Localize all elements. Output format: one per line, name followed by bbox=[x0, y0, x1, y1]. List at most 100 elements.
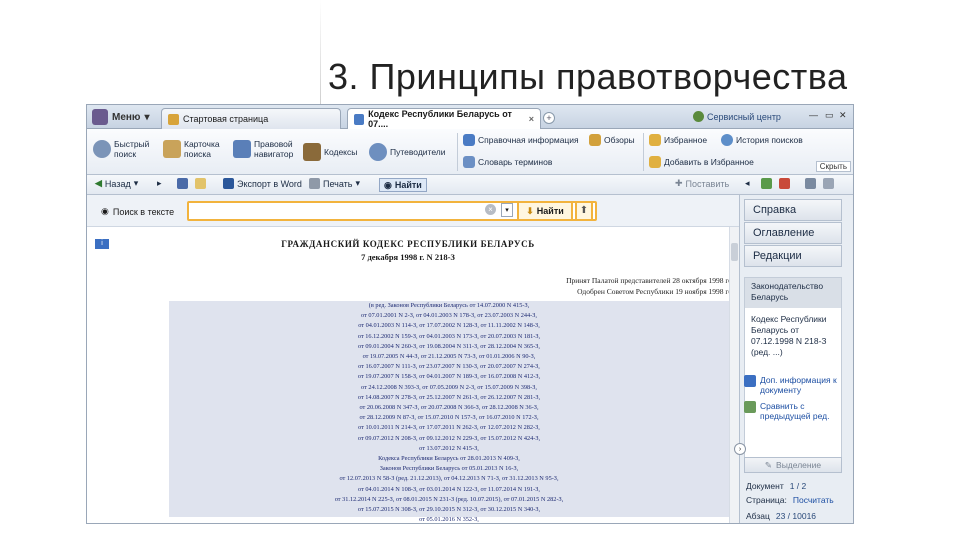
amendment-line[interactable]: от 28.12.2009 N 87-З, от 15.07.2010 N 15… bbox=[169, 413, 729, 423]
amendment-line[interactable]: Законов Республики Беларусь от 05.01.201… bbox=[169, 464, 729, 474]
amendment-line[interactable]: от 31.12.2014 N 225-З, от 08.01.2015 N 2… bbox=[169, 495, 729, 505]
dictionary-button[interactable]: Словарь терминов bbox=[463, 156, 552, 168]
legislation-box: Законодательство Беларусь Кодекс Республ… bbox=[744, 277, 842, 459]
minimize-icon[interactable]: — bbox=[809, 110, 818, 120]
subscribe-button[interactable]: ✚ Поставить bbox=[675, 178, 729, 189]
red-flag-icon bbox=[779, 178, 790, 189]
quick-search-button[interactable]: Быстрый поиск bbox=[93, 139, 155, 159]
amendment-line[interactable]: от 09.07.2012 N 208-З, от 09.12.2012 N 2… bbox=[169, 434, 729, 444]
search-find-button[interactable]: ⬇ Найти bbox=[517, 201, 573, 221]
codes-book-icon bbox=[303, 143, 321, 161]
search-dropdown-button[interactable]: ▾ bbox=[501, 203, 513, 217]
search-label-text: Поиск в тексте bbox=[112, 206, 175, 217]
guides-label: Путеводители bbox=[390, 147, 446, 157]
paragraph-counter: Абзац 23 / 10016 bbox=[746, 511, 816, 521]
copy-button[interactable] bbox=[195, 178, 206, 189]
back-button[interactable]: ◀ Назад ▾ bbox=[95, 178, 138, 189]
card-search-button[interactable]: Карточка поиска bbox=[163, 139, 225, 159]
export-word-button[interactable]: Экспорт в Word bbox=[223, 178, 302, 189]
amendment-line[interactable]: от 12.07.2013 N 58-З (ред. 21.12.2013), … bbox=[169, 474, 729, 484]
search-previous-button[interactable]: ⬆ bbox=[575, 201, 593, 221]
add-favorites-button[interactable]: Добавить в Избранное bbox=[649, 156, 754, 168]
tab-help[interactable]: Справка bbox=[744, 199, 842, 221]
amendment-line[interactable]: от 05.01.2016 N 352-З, bbox=[169, 515, 729, 523]
amendment-line[interactable]: от 10.01.2011 N 214-З, от 17.07.2011 N 2… bbox=[169, 423, 729, 433]
tab-document[interactable]: Кодекс Республики Беларусь от 07.... × bbox=[347, 108, 541, 129]
settings-icon[interactable] bbox=[823, 178, 834, 189]
search-history-button[interactable]: История поисков bbox=[721, 134, 803, 146]
amendment-line[interactable]: от 16.07.2007 N 111-З, от 23.07.2007 N 1… bbox=[169, 362, 729, 372]
pin-icon[interactable] bbox=[805, 178, 816, 189]
reviews-icon bbox=[589, 134, 601, 146]
legislation-header: Законодательство Беларусь bbox=[745, 278, 841, 308]
title-divider bbox=[320, 0, 321, 120]
tab-start-page[interactable]: Стартовая страница bbox=[161, 108, 341, 129]
app-logo-icon bbox=[92, 109, 108, 125]
slide-title: 3. Принципы правотворчества bbox=[328, 56, 848, 97]
scroll-thumb[interactable] bbox=[731, 243, 738, 261]
hide-ribbon-button[interactable]: Скрыть bbox=[815, 161, 851, 172]
save-button[interactable] bbox=[177, 178, 188, 189]
amendment-line[interactable]: от 09.01.2004 N 260-З, от 19.08.2004 N 3… bbox=[169, 342, 729, 352]
guides-button[interactable]: Путеводители bbox=[369, 143, 446, 161]
word-icon bbox=[223, 178, 234, 189]
doc-info-link[interactable]: Доп. информация к документу bbox=[744, 375, 853, 395]
legal-navigator-button[interactable]: Правовой навигатор bbox=[233, 139, 299, 159]
flag-icon[interactable] bbox=[779, 178, 790, 189]
close-tab-icon[interactable]: × bbox=[529, 114, 534, 124]
quick-search-label: Быстрый поиск bbox=[114, 139, 150, 159]
print-button[interactable]: Печать ▾ bbox=[309, 178, 360, 189]
count-pages-link[interactable]: Посчитать bbox=[793, 495, 834, 505]
vertical-scrollbar[interactable] bbox=[729, 227, 739, 523]
codes-button[interactable]: Кодексы bbox=[303, 143, 357, 161]
compare-link[interactable]: Сравнить с предыдущей ред. bbox=[744, 401, 853, 421]
service-center-label: Сервисный центр bbox=[707, 111, 781, 122]
chevron-down-icon: ▾ bbox=[144, 111, 150, 123]
tab-editions[interactable]: Редакции bbox=[744, 245, 842, 267]
presentation-slide: 3. Принципы правотворчества Меню ▾ Старт… bbox=[0, 0, 960, 540]
amendment-line[interactable]: Кодекса Республики Беларусь от 28.01.201… bbox=[169, 454, 729, 464]
prev-icon[interactable]: ◂ bbox=[745, 178, 750, 189]
search-in-text-label: ◉ Поиск в тексте bbox=[101, 206, 174, 217]
amendment-line[interactable]: от 13.07.2012 N 415-З, bbox=[169, 444, 729, 454]
reference-info-button[interactable]: Справочная информация bbox=[463, 134, 579, 146]
amendment-line[interactable]: от 24.12.2008 N 393-З, от 07.05.2009 N 2… bbox=[169, 383, 729, 393]
doc-counter-label: Документ bbox=[746, 481, 784, 491]
amendment-line[interactable]: от 04.01.2014 N 108-З, от 03.01.2014 N 1… bbox=[169, 485, 729, 495]
document-viewer: i ГРАЖДАНСКИЙ КОДЕКС РЕСПУБЛИКИ БЕЛАРУСЬ… bbox=[87, 227, 739, 523]
service-center-link[interactable]: Сервисный центр bbox=[693, 111, 781, 122]
find-button[interactable]: ◉ Найти bbox=[379, 178, 427, 192]
amendment-line[interactable]: от 15.07.2015 N 308-З, от 29.10.2015 N 3… bbox=[169, 505, 729, 515]
forward-icon[interactable]: ▸ bbox=[157, 178, 162, 189]
page-counter-label: Страница: bbox=[746, 495, 787, 505]
amendment-line[interactable]: от 19.07.2007 N 158-З, от 04.01.2007 N 1… bbox=[169, 372, 729, 382]
ribbon-divider bbox=[643, 133, 644, 171]
highlight-button[interactable]: ✎ Выделение bbox=[744, 457, 842, 473]
legal-app-window: Меню ▾ Стартовая страница Кодекс Республ… bbox=[86, 104, 854, 524]
collapse-panel-button[interactable]: › bbox=[734, 443, 746, 455]
amendment-line[interactable]: от 16.12.2002 N 159-З, от 04.01.2003 N 1… bbox=[169, 332, 729, 342]
printer-icon bbox=[309, 178, 320, 189]
reviews-button[interactable]: Обзоры bbox=[589, 134, 635, 146]
tab-label: Стартовая страница bbox=[183, 114, 269, 124]
amendment-line[interactable]: от 14.08.2007 N 278-З, от 25.12.2007 N 2… bbox=[169, 393, 729, 403]
add-tab-button[interactable]: + bbox=[543, 112, 555, 124]
amendment-line[interactable]: от 04.01.2003 N 114-З, от 17.07.2002 N 1… bbox=[169, 321, 729, 331]
reference-icon bbox=[463, 134, 475, 146]
close-icon[interactable]: ✕ bbox=[839, 110, 847, 121]
amendment-line[interactable]: от 20.06.2008 N 347-З, от 20.07.2008 N 3… bbox=[169, 403, 729, 413]
main-menu-button[interactable]: Меню ▾ bbox=[89, 107, 157, 127]
favorites-button[interactable]: Избранное bbox=[649, 134, 707, 146]
print-label: Печать bbox=[323, 178, 353, 189]
bookmark-icon[interactable] bbox=[761, 178, 772, 189]
tab-contents[interactable]: Оглавление bbox=[744, 222, 842, 244]
amendment-line[interactable]: от 07.01.2001 N 2-З, от 04.01.2003 N 178… bbox=[169, 311, 729, 321]
current-document-link[interactable]: Кодекс Республики Беларусь от 07.12.1998… bbox=[745, 308, 841, 364]
restore-icon[interactable]: ▭ bbox=[825, 110, 834, 121]
legal-navigator-label: Правовой навигатор bbox=[254, 139, 294, 159]
paragraph-counter-value: 23 / 10016 bbox=[775, 511, 817, 521]
highlight-label: Выделение bbox=[776, 460, 822, 470]
clear-search-icon[interactable]: × bbox=[485, 204, 496, 215]
amendment-line[interactable]: от 19.07.2005 N 44-З, от 21.12.2005 N 73… bbox=[169, 352, 729, 362]
amendment-line[interactable]: (в ред. Законов Республики Беларусь от 1… bbox=[169, 301, 729, 311]
